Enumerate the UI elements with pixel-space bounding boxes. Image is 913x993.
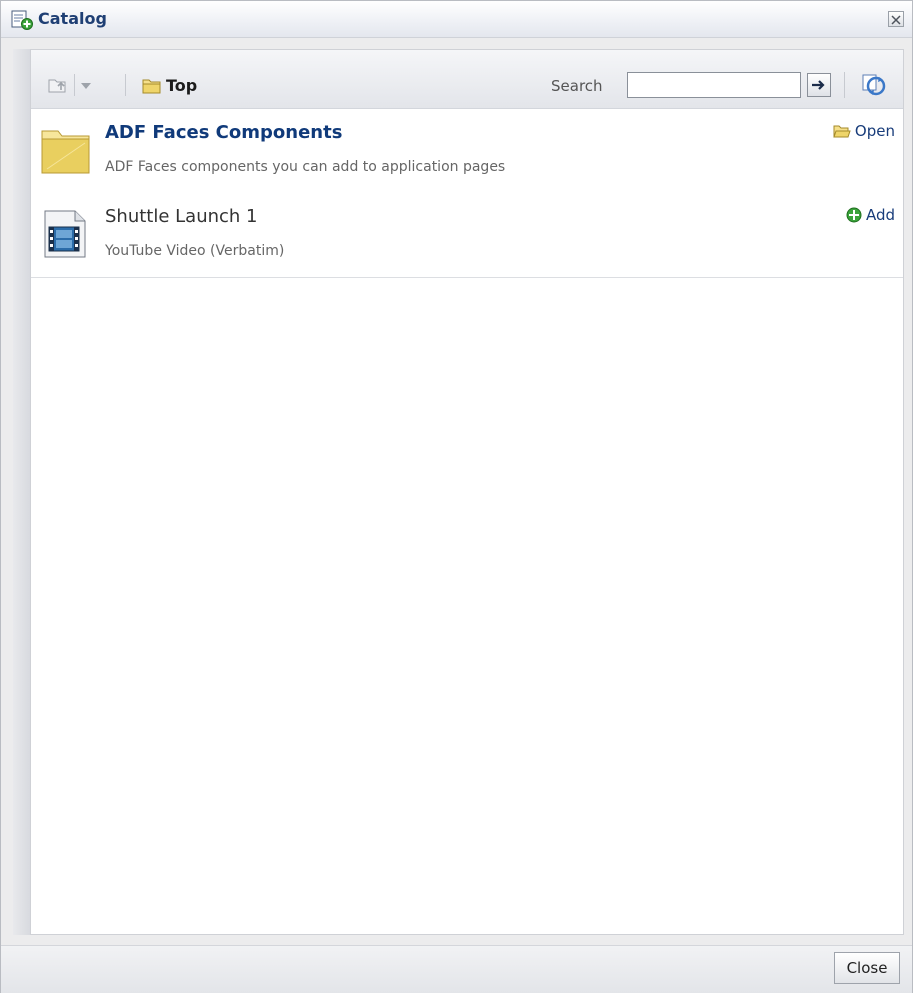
panel-side-gutter — [13, 49, 30, 935]
arrow-right-icon — [812, 80, 825, 90]
chevron-down-icon[interactable] — [81, 83, 91, 90]
toolbar-separator — [74, 74, 75, 96]
toolbar-separator — [125, 74, 126, 96]
dialog-footer: Close — [1, 945, 912, 993]
search-input[interactable] — [627, 72, 801, 98]
search-label: Search — [551, 77, 603, 95]
catalog-toolbar: Top Search — [31, 50, 903, 109]
search-go-button[interactable] — [807, 73, 831, 97]
catalog-dialog: Catalog Top Search ADF Faces Components … — [0, 0, 913, 993]
add-label: Add — [865, 206, 895, 224]
add-button[interactable]: Add — [846, 206, 895, 224]
open-folder-icon — [833, 125, 851, 138]
toolbar-separator — [844, 72, 845, 98]
close-icon[interactable] — [888, 11, 904, 27]
catalog-add-icon — [11, 10, 33, 30]
video-icon — [44, 210, 86, 258]
item-title[interactable]: Shuttle Launch 1 — [105, 206, 258, 227]
open-button[interactable]: Open — [833, 122, 895, 140]
add-icon — [846, 207, 862, 223]
list-item[interactable]: Shuttle Launch 1 YouTube Video (Verbatim… — [31, 193, 903, 278]
list-item[interactable]: ADF Faces Components ADF Faces component… — [31, 109, 903, 194]
folder-icon — [41, 130, 90, 174]
folder-icon — [142, 79, 161, 94]
item-title[interactable]: ADF Faces Components — [105, 122, 342, 143]
open-label: Open — [854, 122, 895, 140]
up-level-icon[interactable] — [48, 76, 70, 94]
catalog-panel: Top Search ADF Faces Components ADF Face… — [30, 49, 904, 935]
current-location[interactable]: Top — [166, 76, 197, 95]
item-description: YouTube Video (Verbatim) — [105, 243, 285, 259]
dialog-titlebar: Catalog — [1, 1, 912, 38]
item-description: ADF Faces components you can add to appl… — [105, 159, 506, 175]
refresh-icon[interactable] — [859, 72, 887, 98]
close-button[interactable]: Close — [834, 952, 900, 984]
dialog-title: Catalog — [38, 9, 107, 28]
